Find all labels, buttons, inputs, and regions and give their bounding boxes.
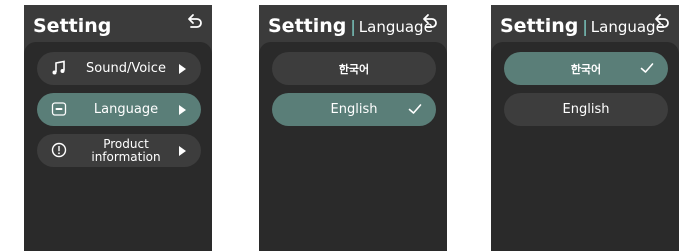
menu-item-label: Sound/Voice — [86, 61, 166, 76]
title-separator: | — [350, 17, 356, 36]
language-option-korean[interactable]: 한국어 — [272, 52, 436, 85]
header: Setting — [24, 5, 212, 43]
chevron-right-icon — [179, 146, 186, 156]
menu-item-language[interactable]: Language — [37, 93, 201, 126]
language-label: English — [562, 102, 610, 117]
chevron-right-icon — [179, 105, 186, 115]
abc-icon — [51, 102, 67, 116]
title-separator: | — [582, 17, 588, 36]
language-panel: 한국어 English — [491, 42, 679, 251]
page-title: Setting | Language — [500, 15, 665, 37]
menu-panel: Sound/Voice Language Product information — [24, 42, 212, 251]
header: Setting | Language — [259, 5, 447, 43]
page-title: Setting — [33, 15, 112, 37]
language-option-korean[interactable]: 한국어 — [504, 52, 668, 85]
menu-item-label: Product information — [91, 136, 161, 164]
language-screen: Setting | Language 한국어 English — [491, 5, 679, 251]
back-icon[interactable] — [186, 11, 204, 29]
language-option-english[interactable]: English — [272, 93, 436, 126]
menu-item-label: Language — [93, 102, 159, 117]
header: Setting | Language — [491, 5, 679, 43]
menu-item-product-information[interactable]: Product information — [37, 134, 201, 167]
language-label: 한국어 — [338, 62, 370, 76]
page-title: Setting | Language — [268, 15, 433, 37]
language-option-english[interactable]: English — [504, 93, 668, 126]
settings-screen: Setting Sound/Voice Language Product inf… — [24, 5, 212, 251]
back-icon[interactable] — [653, 11, 671, 29]
menu-item-sound-voice[interactable]: Sound/Voice — [37, 52, 201, 85]
info-icon — [51, 142, 67, 158]
check-icon — [408, 104, 422, 114]
check-icon — [640, 63, 654, 73]
chevron-right-icon — [179, 64, 186, 74]
language-screen: Setting | Language 한국어 English — [259, 5, 447, 251]
language-panel: 한국어 English — [259, 42, 447, 251]
back-icon[interactable] — [421, 11, 439, 29]
music-note-icon — [52, 60, 65, 75]
